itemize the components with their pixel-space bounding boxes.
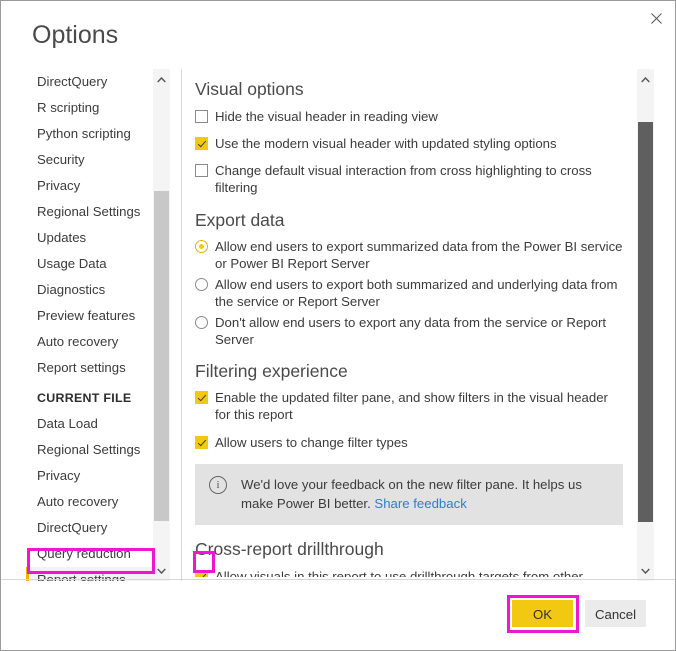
sidebar-item-query-reduction[interactable]: Query reduction — [26, 541, 153, 567]
checkbox-enable-updated-filter-pane[interactable] — [195, 391, 208, 404]
options-dialog: Options DirectQuery R scripting Python s… — [0, 0, 676, 651]
sidebar-item-label: Regional Settings — [37, 442, 141, 457]
content-scrollbar-thumb[interactable] — [638, 122, 653, 522]
sidebar-item-python-scripting[interactable]: Python scripting — [26, 121, 153, 147]
sidebar-scrollbar[interactable] — [153, 69, 170, 581]
sidebar-item-r-scripting[interactable]: R scripting — [26, 95, 153, 121]
sidebar-item-regional-settings[interactable]: Regional Settings — [26, 199, 153, 225]
sidebar-item-label: Security — [37, 152, 85, 167]
sidebar-item-label: Auto recovery — [37, 494, 119, 509]
radio-option-export-summarized[interactable]: Allow end users to export summarized dat… — [195, 238, 623, 272]
sidebar-item-label: Query reduction — [37, 546, 131, 561]
option-label: Hide the visual header in reading view — [215, 109, 438, 124]
dialog-footer: OK Cancel — [1, 579, 675, 650]
scroll-down-icon[interactable] — [637, 562, 654, 579]
radio-option-export-none[interactable]: Don't allow end users to export any data… — [195, 314, 623, 348]
sidebar-item-label: Report settings — [37, 360, 126, 375]
section-heading-export-data: Export data — [195, 210, 285, 230]
info-circle-icon: i — [209, 476, 227, 494]
sidebar-item-label: DirectQuery — [37, 520, 108, 535]
option-hide-visual-header[interactable]: Hide the visual header in reading view — [195, 108, 623, 125]
sidebar-item-label: Privacy — [37, 468, 81, 483]
scroll-up-icon[interactable] — [637, 71, 654, 88]
page-title: Options — [32, 21, 119, 49]
radio-export-summarized[interactable] — [195, 240, 208, 253]
scroll-down-icon[interactable] — [153, 562, 170, 579]
option-label: Enable the updated filter pane, and show… — [215, 390, 608, 422]
sidebar-scrollbar-thumb[interactable] — [154, 191, 169, 521]
sidebar-item-data-load[interactable]: Data Load — [26, 411, 153, 437]
sidebar-item-label: DirectQuery — [37, 74, 108, 89]
cancel-button[interactable]: Cancel — [585, 600, 646, 627]
sidebar-item-updates[interactable]: Updates — [26, 225, 153, 251]
option-allow-drillthrough-targets[interactable]: Allow visuals in this report to use dril… — [195, 568, 623, 577]
option-label: Change default visual interaction from c… — [215, 163, 592, 195]
option-label: Allow end users to export summarized dat… — [215, 239, 623, 271]
checkbox-allow-drillthrough-targets[interactable] — [195, 570, 208, 577]
option-label: Don't allow end users to export any data… — [215, 315, 607, 347]
checkbox-allow-change-filter-types[interactable] — [195, 436, 208, 449]
options-sidebar[interactable]: DirectQuery R scripting Python scripting… — [26, 69, 153, 581]
sidebar-item-label: R scripting — [37, 100, 100, 115]
sidebar-item-cf-auto-recovery[interactable]: Auto recovery — [26, 489, 153, 515]
ok-button[interactable]: OK — [512, 600, 573, 627]
option-modern-visual-header[interactable]: Use the modern visual header with update… — [195, 135, 623, 152]
checkbox-modern-visual-header[interactable] — [195, 137, 208, 150]
sidebar-item-usage-data[interactable]: Usage Data — [26, 251, 153, 277]
close-icon[interactable] — [640, 4, 673, 32]
checkbox-hide-visual-header[interactable] — [195, 110, 208, 123]
content-scrollbar[interactable] — [637, 69, 654, 581]
section-heading-cross-report-drillthrough: Cross-report drillthrough — [195, 539, 384, 559]
sidebar-item-label: Regional Settings — [37, 204, 141, 219]
option-label: Allow users to change filter types — [215, 435, 408, 450]
sidebar-item-label: Updates — [37, 230, 87, 245]
option-enable-updated-filter-pane[interactable]: Enable the updated filter pane, and show… — [195, 389, 623, 423]
section-heading-filtering-experience: Filtering experience — [195, 361, 348, 381]
radio-option-export-both[interactable]: Allow end users to export both summarize… — [195, 276, 623, 310]
sidebar-item-auto-recovery[interactable]: Auto recovery — [26, 329, 153, 355]
option-allow-change-filter-types[interactable]: Allow users to change filter types — [195, 434, 623, 451]
sidebar-item-privacy[interactable]: Privacy — [26, 173, 153, 199]
sidebar-item-label: Diagnostics — [37, 282, 106, 297]
option-change-default-interaction[interactable]: Change default visual interaction from c… — [195, 162, 623, 196]
option-label: Allow end users to export both summarize… — [215, 277, 618, 309]
sidebar-item-cf-directquery[interactable]: DirectQuery — [26, 515, 153, 541]
sidebar-item-label: Privacy — [37, 178, 81, 193]
sidebar-item-cf-regional-settings[interactable]: Regional Settings — [26, 437, 153, 463]
options-content-pane: Visual options Hide the visual header in… — [195, 77, 623, 577]
checkbox-change-default-interaction[interactable] — [195, 164, 208, 177]
dialog-titlebar: Options — [1, 1, 675, 63]
option-label: Allow visuals in this report to use dril… — [215, 569, 583, 577]
sidebar-item-diagnostics[interactable]: Diagnostics — [26, 277, 153, 303]
sidebar-item-label: Preview features — [37, 308, 136, 323]
sidebar-item-security[interactable]: Security — [26, 147, 153, 173]
panel-divider — [181, 69, 182, 581]
radio-export-none[interactable] — [195, 316, 208, 329]
info-bar-text: We'd love your feedback on the new filte… — [241, 475, 609, 513]
share-feedback-link[interactable]: Share feedback — [374, 496, 466, 511]
feedback-info-bar: i We'd love your feedback on the new fil… — [195, 464, 623, 525]
sidebar-item-label: Usage Data — [37, 256, 107, 271]
scroll-up-icon[interactable] — [153, 71, 170, 88]
section-heading-visual-options: Visual options — [195, 79, 304, 99]
radio-export-both[interactable] — [195, 278, 208, 291]
sidebar-item-preview-features[interactable]: Preview features — [26, 303, 153, 329]
sidebar-item-label: Data Load — [37, 416, 98, 431]
sidebar-item-label: Auto recovery — [37, 334, 119, 349]
sidebar-group-current-file: CURRENT FILE — [37, 391, 132, 405]
sidebar-item-report-settings[interactable]: Report settings — [26, 355, 153, 381]
sidebar-item-directquery[interactable]: DirectQuery — [26, 69, 153, 95]
sidebar-item-label: Python scripting — [37, 126, 131, 141]
sidebar-item-cf-privacy[interactable]: Privacy — [26, 463, 153, 489]
option-label: Use the modern visual header with update… — [215, 136, 557, 151]
